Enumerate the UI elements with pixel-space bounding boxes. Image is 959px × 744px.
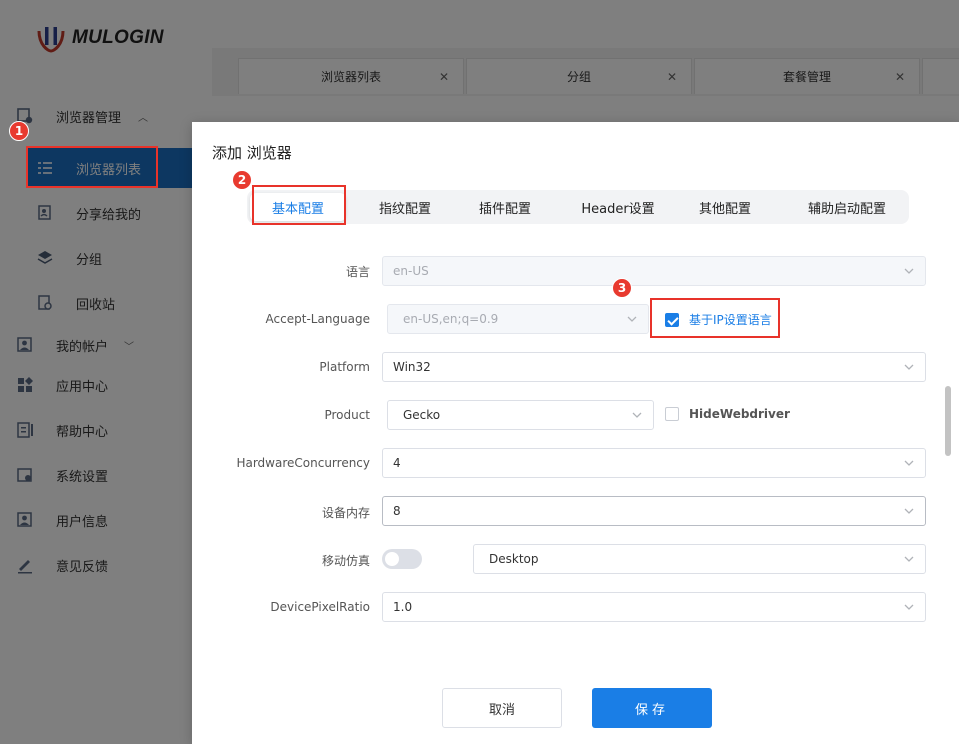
chevron-down-icon bbox=[627, 316, 637, 322]
annotation-badge-2: 2 bbox=[232, 170, 252, 190]
dialog-title: 添加 浏览器 bbox=[212, 144, 292, 162]
accept-language-value: en-US,en;q=0.9 bbox=[403, 312, 499, 326]
chevron-down-icon bbox=[904, 268, 914, 274]
hide-webdriver-checkbox[interactable]: HideWebdriver bbox=[665, 407, 790, 421]
device-pixel-ratio-value: 1.0 bbox=[393, 600, 413, 614]
chevron-down-icon bbox=[904, 604, 914, 610]
language-select[interactable]: en-US bbox=[382, 256, 926, 286]
hardware-concurrency-value: 4 bbox=[393, 456, 401, 470]
chevron-down-icon bbox=[632, 412, 642, 418]
device-memory-value: 8 bbox=[393, 504, 401, 518]
product-value: Gecko bbox=[403, 408, 441, 422]
chevron-down-icon bbox=[904, 460, 914, 466]
platform-select[interactable]: Win32 bbox=[382, 352, 926, 382]
checkbox-checked-icon[interactable] bbox=[665, 312, 679, 327]
tab-launch-config[interactable]: 辅助启动配置 bbox=[787, 190, 907, 224]
language-value: en-US bbox=[393, 264, 429, 278]
language-label: 语言 bbox=[345, 265, 370, 279]
hardware-concurrency-label: HardwareConcurrency bbox=[236, 456, 370, 470]
annotation-badge-1: 1 bbox=[9, 121, 29, 141]
device-pixel-ratio-label: DevicePixelRatio bbox=[270, 600, 370, 614]
device-memory-select[interactable]: 8 bbox=[382, 496, 926, 526]
cancel-button[interactable]: 取消 bbox=[442, 688, 562, 728]
checkbox-unchecked-icon[interactable] bbox=[665, 407, 679, 421]
ip-language-checkbox[interactable]: 基于IP设置语言 bbox=[665, 311, 772, 328]
chevron-down-icon bbox=[904, 556, 914, 562]
tab-plugin-config[interactable]: 插件配置 bbox=[457, 190, 553, 224]
mobile-emulation-switch[interactable] bbox=[382, 549, 422, 569]
save-button[interactable]: 保存 bbox=[592, 688, 712, 728]
tab-header-settings[interactable]: Header设置 bbox=[563, 190, 673, 224]
tab-basic-config[interactable]: 基本配置 bbox=[250, 193, 346, 221]
add-browser-dialog: 添加 浏览器 基本配置 指纹配置 插件配置 Header设置 其他配置 辅助启动… bbox=[192, 122, 959, 744]
chevron-down-icon bbox=[904, 508, 914, 514]
tab-fingerprint-config[interactable]: 指纹配置 bbox=[357, 190, 453, 224]
device-pixel-ratio-select[interactable]: 1.0 bbox=[382, 592, 926, 622]
tab-other-config[interactable]: 其他配置 bbox=[677, 190, 773, 224]
hide-webdriver-label: HideWebdriver bbox=[689, 407, 790, 421]
switch-knob bbox=[385, 552, 399, 566]
accept-language-label: Accept-Language bbox=[265, 312, 370, 326]
ip-language-checkbox-label: 基于IP设置语言 bbox=[689, 313, 772, 327]
product-label: Product bbox=[324, 408, 370, 422]
device-memory-label: 设备内存 bbox=[321, 506, 370, 520]
platform-label: Platform bbox=[319, 360, 370, 374]
chevron-down-icon bbox=[904, 364, 914, 370]
device-type-value: Desktop bbox=[489, 552, 539, 566]
device-type-select[interactable]: Desktop bbox=[473, 544, 926, 574]
product-select[interactable]: Gecko bbox=[387, 400, 654, 430]
annotation-badge-3: 3 bbox=[612, 278, 632, 298]
accept-language-select[interactable]: en-US,en;q=0.9 bbox=[387, 304, 649, 334]
config-tabs: 基本配置 指纹配置 插件配置 Header设置 其他配置 辅助启动配置 bbox=[247, 190, 909, 224]
mobile-emulation-label: 移动仿真 bbox=[321, 554, 370, 568]
scrollbar[interactable] bbox=[945, 386, 951, 456]
hardware-concurrency-select[interactable]: 4 bbox=[382, 448, 926, 478]
platform-value: Win32 bbox=[393, 360, 431, 374]
